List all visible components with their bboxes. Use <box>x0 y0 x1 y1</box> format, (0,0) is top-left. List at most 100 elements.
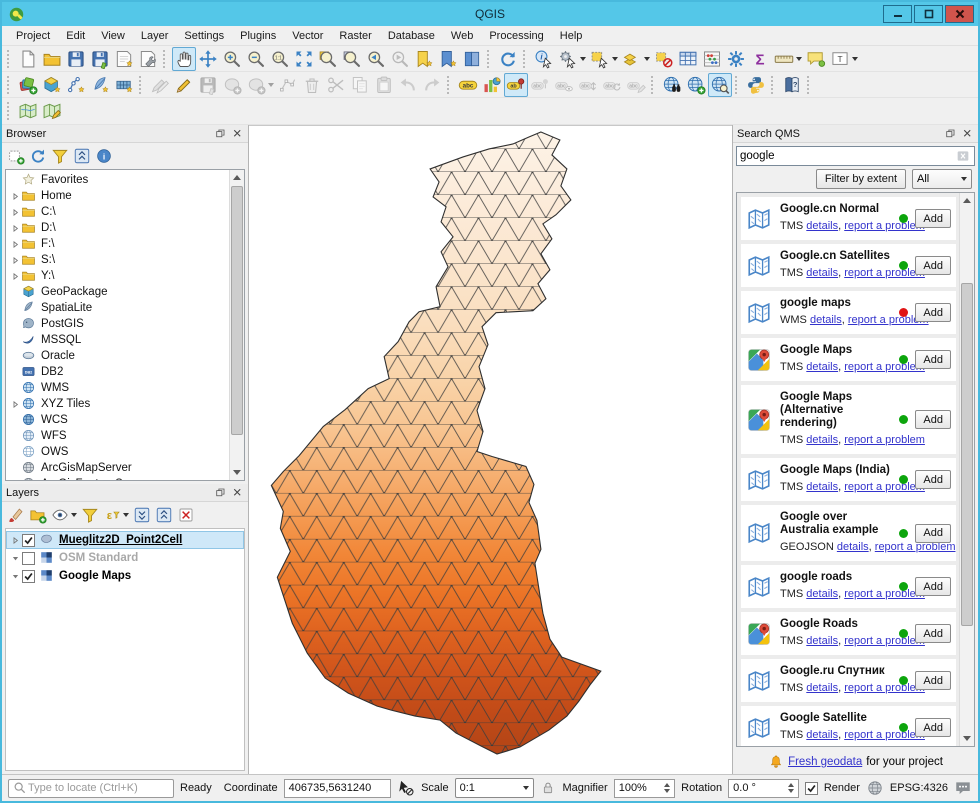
close-button[interactable] <box>945 5 974 23</box>
maximize-button[interactable] <box>914 5 943 23</box>
toolbar-handle[interactable] <box>163 50 168 68</box>
toolbar-button-ruler-icon[interactable] <box>772 47 804 71</box>
toolbar-button-mapGreen-icon[interactable] <box>16 99 40 123</box>
details-link[interactable]: details <box>806 588 838 600</box>
layers-tool-eye-icon[interactable] <box>49 504 79 526</box>
add-service-button[interactable]: Add <box>915 524 951 543</box>
report-problem-link[interactable]: report a problem <box>844 635 925 647</box>
add-service-button[interactable]: Add <box>915 256 951 275</box>
locator-input[interactable] <box>28 782 170 794</box>
toolbar-button-abcPin-icon[interactable]: ab <box>504 73 528 97</box>
details-link[interactable]: details <box>806 434 838 446</box>
menu-item-edit[interactable]: Edit <box>58 28 93 44</box>
chevron-down-icon[interactable] <box>796 57 802 61</box>
browser-item-s-[interactable]: S:\ <box>6 252 244 268</box>
add-service-button[interactable]: Add <box>915 577 951 596</box>
report-problem-link[interactable]: report a problem <box>844 481 925 493</box>
toolbar-handle[interactable] <box>487 50 492 68</box>
browser-item-wcs[interactable]: WCS <box>6 412 244 428</box>
toolbar-button-actionRun-icon[interactable] <box>556 47 588 71</box>
magnifier-spinbox[interactable]: 100% <box>614 779 675 798</box>
coordinate-input[interactable]: 406735,5631240 <box>284 779 391 798</box>
toolbar-button-mapPencil-icon[interactable] <box>40 99 64 123</box>
toolbar-button-python-icon[interactable] <box>744 73 768 97</box>
browser-tool-addLayer-icon[interactable] <box>5 145 27 167</box>
chevron-down-icon[interactable] <box>612 57 618 61</box>
details-link[interactable]: details <box>837 541 869 553</box>
browser-tool-refresh-icon[interactable] <box>27 145 49 167</box>
layer-item-google-maps[interactable]: Google Maps <box>6 567 244 585</box>
browser-item-mssql[interactable]: MSSQL <box>6 332 244 348</box>
expander-icon[interactable] <box>9 554 22 563</box>
toolbar-button-refresh-icon[interactable] <box>496 47 520 71</box>
toolbar-button-hand-icon[interactable] <box>172 47 196 71</box>
filter-by-extent-button[interactable]: Filter by extent <box>816 169 906 189</box>
report-problem-link[interactable]: report a problem <box>844 682 925 694</box>
chevron-down-icon[interactable] <box>580 57 586 61</box>
layers-tool-removeLayer-icon[interactable] <box>175 504 197 526</box>
browser-item-y-[interactable]: Y:\ <box>6 268 244 284</box>
toolbar-handle[interactable] <box>7 102 12 120</box>
toolbar-button-globeSearch-icon[interactable] <box>708 73 732 97</box>
locator-field[interactable] <box>8 779 174 798</box>
toolbar-handle[interactable] <box>7 50 12 68</box>
menu-item-help[interactable]: Help <box>552 28 591 44</box>
toolbar-button-abcTag-icon[interactable]: abc <box>456 73 480 97</box>
browser-item-db2[interactable]: DB2DB2 <box>6 364 244 380</box>
clear-search-icon[interactable] <box>955 148 971 164</box>
toolbar-button-page-icon[interactable] <box>16 47 40 71</box>
float-panel-icon[interactable] <box>213 486 227 500</box>
toolbar-handle[interactable] <box>523 50 528 68</box>
toolbar-button-floppyEdit-icon[interactable] <box>88 47 112 71</box>
qms-search-input[interactable] <box>740 150 955 162</box>
browser-item-oracle[interactable]: Oracle <box>6 348 244 364</box>
toolbar-button-gear-icon[interactable] <box>724 47 748 71</box>
details-link[interactable]: details <box>806 267 838 279</box>
toolbar-button-selectRect-icon[interactable] <box>588 47 620 71</box>
toolbar-button-globeBinoc-icon[interactable] <box>660 73 684 97</box>
layer-visibility-checkbox[interactable] <box>22 570 35 583</box>
chevron-down-icon[interactable] <box>268 83 274 87</box>
toolbar-button-dsFeather-icon[interactable] <box>88 73 112 97</box>
report-problem-link[interactable]: report a problem <box>844 729 925 741</box>
layers-tool-funnel-icon[interactable] <box>79 504 101 526</box>
toolbar-button-selectLayers-icon[interactable] <box>620 47 652 71</box>
fresh-geodata-link[interactable]: Fresh geodata <box>788 756 862 768</box>
toolbar-handle[interactable] <box>139 76 144 94</box>
expander-icon[interactable] <box>9 224 21 233</box>
menu-item-processing[interactable]: Processing <box>481 28 551 44</box>
toolbar-button-deselect-icon[interactable] <box>652 47 676 71</box>
scale-combobox[interactable]: 0:1 <box>455 778 535 798</box>
toolbar-button-identify-icon[interactable]: i <box>532 47 556 71</box>
toolbar-handle[interactable] <box>735 76 740 94</box>
close-panel-icon[interactable] <box>230 486 244 500</box>
toolbar-button-dsLayers-icon[interactable] <box>16 73 40 97</box>
toolbar-button-diagram-icon[interactable] <box>480 73 504 97</box>
layers-tool-epsilon-icon[interactable]: ε <box>101 504 131 526</box>
details-link[interactable]: details <box>806 682 838 694</box>
add-service-button[interactable]: Add <box>915 718 951 737</box>
toolbar-button-folder-icon[interactable] <box>40 47 64 71</box>
browser-item-ows[interactable]: OWS <box>6 444 244 460</box>
toolbar-button-bookmarkShow-icon[interactable] <box>436 47 460 71</box>
toolbar-button-floppy-icon[interactable] <box>64 47 88 71</box>
menu-item-database[interactable]: Database <box>380 28 443 44</box>
browser-item-wfs[interactable]: WFS <box>6 428 244 444</box>
add-service-button[interactable]: Add <box>915 303 951 322</box>
details-link[interactable]: details <box>810 314 842 326</box>
toolbar-button-pencilY-icon[interactable] <box>172 73 196 97</box>
layer-visibility-checkbox[interactable] <box>22 534 35 547</box>
browser-item-f-[interactable]: F:\ <box>6 236 244 252</box>
qms-scrollbar[interactable] <box>959 193 974 746</box>
qms-search-field[interactable] <box>736 146 975 166</box>
toolbar-button-sigma-icon[interactable]: Σ <box>748 47 772 71</box>
add-service-button[interactable]: Add <box>915 350 951 369</box>
browser-tool-info-icon[interactable]: i <box>93 145 115 167</box>
toolbar-button-zoomNative-icon[interactable]: 1:1 <box>268 47 292 71</box>
toolbar-button-textT-icon[interactable]: T <box>828 47 860 71</box>
details-link[interactable]: details <box>806 361 838 373</box>
expander-icon[interactable] <box>9 208 21 217</box>
chevron-down-icon[interactable] <box>852 57 858 61</box>
toolbar-button-zoomSel-icon[interactable] <box>316 47 340 71</box>
add-service-button[interactable]: Add <box>915 470 951 489</box>
